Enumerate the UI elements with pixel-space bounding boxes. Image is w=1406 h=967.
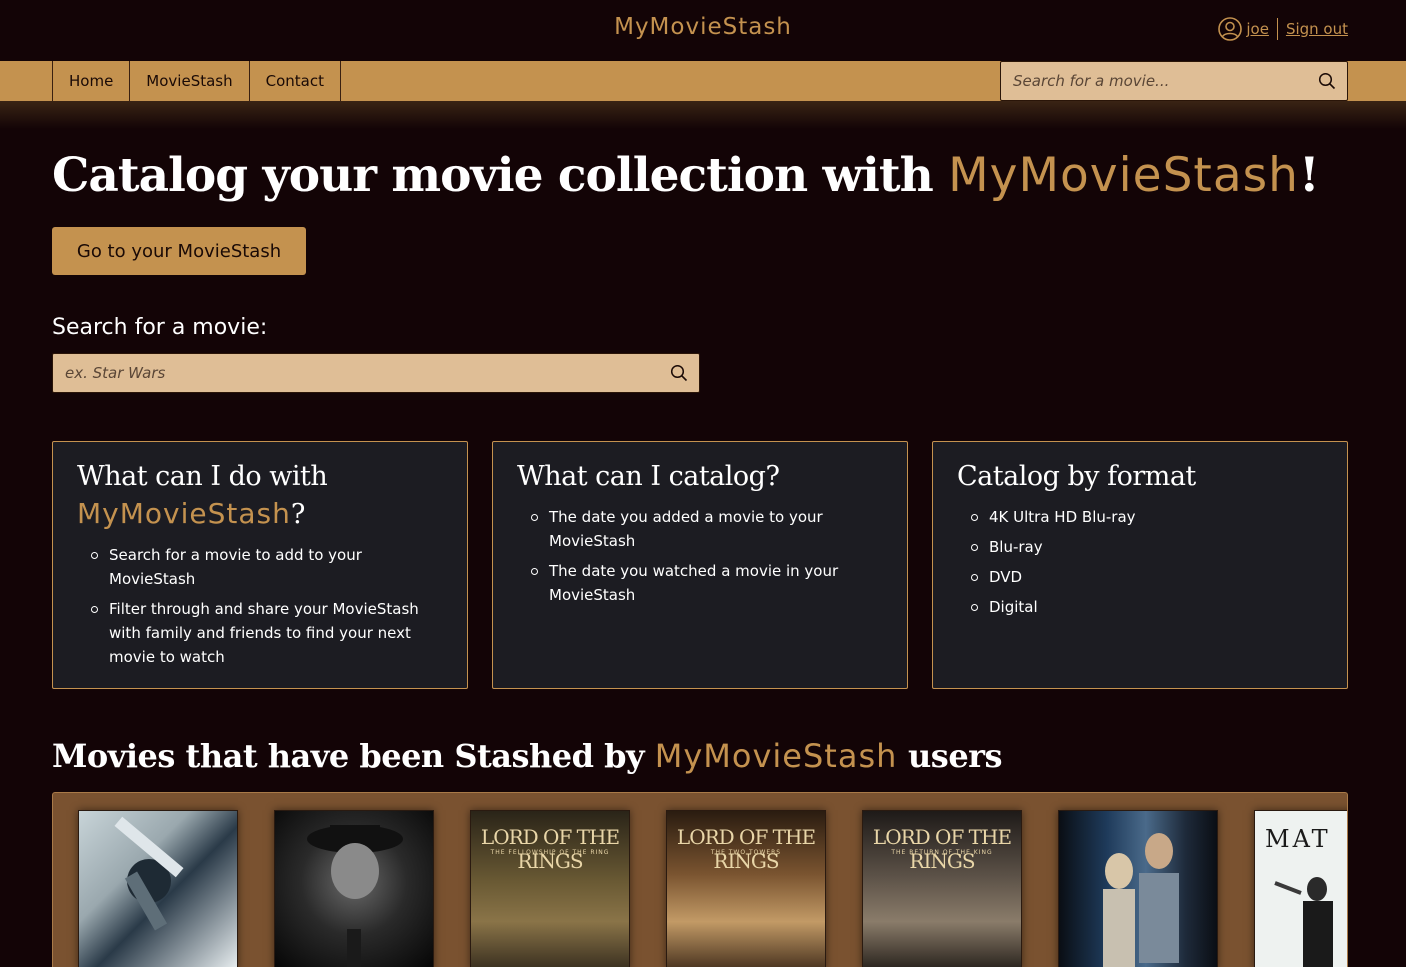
user-circle-icon[interactable] [1218, 17, 1243, 41]
card-title: Catalog by format [957, 461, 1196, 492]
list-item: The date you added a movie to your Movie… [525, 505, 883, 553]
main-search-button[interactable] [659, 354, 699, 392]
search-icon [670, 364, 688, 382]
card-title: What can I catalog? [517, 461, 780, 492]
poster-subtitle: THE FELLOWSHIP OF THE RING [490, 849, 610, 856]
stashed-title-accent: MyMovieStash [654, 737, 898, 775]
nav-shadow [0, 101, 1406, 129]
list-item: Search for a movie to add to your MovieS… [85, 543, 443, 591]
nav-search-input[interactable] [1001, 72, 1307, 90]
movie-search-input[interactable] [53, 364, 659, 382]
card-list: The date you added a movie to your Movie… [517, 505, 883, 607]
search-icon [1318, 72, 1336, 90]
poster-art [307, 825, 403, 967]
list-item: Filter through and share your MovieStash… [85, 597, 443, 669]
card-list: 4K Ultra HD Blu-ray Blu-ray DVD Digital [957, 505, 1323, 619]
card-what-can-i-catalog: What can I catalog? The date you added a… [492, 441, 908, 689]
main-search-box [52, 353, 700, 393]
card-catalog-by-format: Catalog by format 4K Ultra HD Blu-ray Bl… [932, 441, 1348, 689]
list-item: 4K Ultra HD Blu-ray [965, 505, 1323, 529]
card-title-suffix: ? [290, 499, 305, 530]
movie-poster[interactable]: MAT [1254, 810, 1347, 967]
card-list: Search for a movie to add to your MovieS… [77, 543, 443, 669]
site-brand[interactable]: MyMovieStash [0, 14, 1406, 40]
hero-title-suffix: ! [1298, 148, 1320, 203]
card-title-accent: MyMovieStash [77, 497, 291, 530]
list-item: DVD [965, 565, 1323, 589]
poster-art [1103, 833, 1179, 967]
stashed-section-title: Movies that have been Stashed by MyMovie… [52, 737, 1003, 775]
search-label: Search for a movie: [52, 315, 268, 340]
user-area: joe Sign out [1218, 17, 1348, 41]
poster-subtitle: THE TWO TOWERS [710, 849, 782, 856]
stashed-title-prefix: Movies that have been Stashed by [52, 737, 655, 775]
hero-title-accent: MyMovieStash [948, 148, 1299, 203]
nav-search-box [1000, 61, 1348, 101]
nav-contact[interactable]: Contact [248, 61, 341, 101]
stashed-title-suffix: users [897, 737, 1003, 775]
list-item: Blu-ray [965, 535, 1323, 559]
movie-carousel: LORD OF THE RINGS THE FELLOWSHIP OF THE … [52, 792, 1348, 967]
hero-title: Catalog your movie collection with MyMov… [52, 148, 1320, 203]
movie-poster[interactable]: LORD OF THE RINGS THE FELLOWSHIP OF THE … [470, 810, 630, 967]
movie-poster[interactable] [1058, 810, 1218, 967]
nav-home[interactable]: Home [52, 61, 129, 101]
poster-art [1274, 877, 1333, 967]
top-bar: MyMovieStash joe Sign out [0, 0, 1406, 61]
movie-poster[interactable] [78, 810, 238, 967]
go-to-moviestash-button[interactable]: Go to your MovieStash [52, 227, 306, 275]
username-link[interactable]: joe [1246, 20, 1269, 38]
movie-poster[interactable]: LORD OF THE RINGS THE TWO TOWERS [666, 810, 826, 967]
card-title-prefix: What can I do with [77, 461, 328, 492]
nav-items: Home MovieStash Contact [52, 61, 341, 101]
hero-title-prefix: Catalog your movie collection with [52, 148, 949, 203]
card-title: What can I do with MyMovieStash? [77, 458, 443, 533]
card-what-can-i-do: What can I do with MyMovieStash? Search … [52, 441, 468, 689]
nav-bar: Home MovieStash Contact [0, 61, 1406, 101]
nav-moviestash[interactable]: MovieStash [129, 61, 248, 101]
movie-poster[interactable] [274, 810, 434, 967]
list-item: The date you watched a movie in your Mov… [525, 559, 883, 607]
sign-out-link[interactable]: Sign out [1286, 20, 1348, 38]
poster-art [114, 816, 184, 931]
list-item: Digital [965, 595, 1323, 619]
divider [1276, 18, 1278, 40]
nav-search-button[interactable] [1307, 62, 1347, 100]
movie-poster[interactable]: LORD OF THE RINGS THE RETURN OF THE KING [862, 810, 1022, 967]
poster-subtitle: THE RETURN OF THE KING [891, 849, 993, 856]
